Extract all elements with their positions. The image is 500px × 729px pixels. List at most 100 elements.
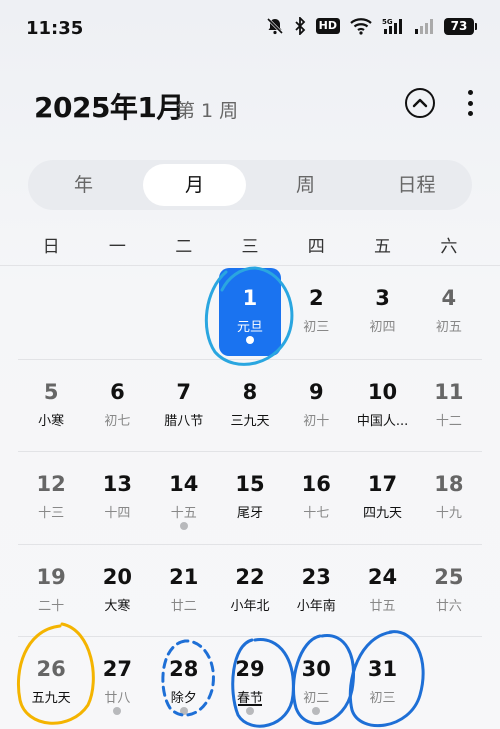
lunar-label: 大寒 (104, 598, 131, 614)
day-cell-14[interactable]: 14 十五 (151, 452, 217, 544)
day-cell-30[interactable]: 30 初二 (283, 637, 349, 729)
day-number: 17 (367, 472, 398, 497)
day-cell-31[interactable]: 31 初三 (349, 637, 415, 729)
day-number: 1 (242, 286, 258, 310)
day-cell-7[interactable]: 7 腊八节 (151, 360, 217, 452)
day-cell-27[interactable]: 27 廿八 (84, 637, 150, 729)
tab-month[interactable]: 月 (143, 164, 246, 206)
day-number: 8 (242, 379, 258, 404)
day-cell-8[interactable]: 8 三九天 (217, 360, 283, 452)
day-cell-24[interactable]: 24 廿五 (349, 545, 415, 637)
more-dot-icon (467, 90, 473, 95)
tab-schedule[interactable]: 日程 (365, 164, 468, 206)
day-number: 16 (301, 472, 331, 497)
lunar-label: 十四 (104, 506, 131, 522)
day-cell-empty (416, 637, 482, 729)
tab-week[interactable]: 周 (254, 164, 357, 206)
day-cell-9[interactable]: 9 初十 (283, 360, 349, 452)
lunar-label: 廿五 (369, 598, 396, 614)
day-cell-13[interactable]: 13 十四 (84, 452, 150, 544)
day-cell-22[interactable]: 22 小年北 (217, 545, 283, 637)
day-cell-2[interactable]: 2 初三 (283, 266, 349, 359)
event-dot-icon (179, 522, 188, 531)
day-cell-4[interactable]: 4 初五 (416, 266, 482, 359)
lunar-label: 初三 (369, 691, 396, 707)
lunar-label: 除夕 (170, 691, 197, 707)
day-number: 4 (441, 286, 457, 310)
event-dot-icon (245, 707, 254, 716)
chevron-up-icon (412, 98, 428, 108)
day-cell-5[interactable]: 5 小寒 (18, 360, 84, 452)
day-number: 9 (308, 379, 324, 404)
signal-icon (415, 19, 433, 34)
lunar-label: 初五 (435, 320, 462, 335)
more-dot-icon (467, 100, 473, 106)
lunar-label: 初七 (104, 413, 131, 429)
day-cell-1[interactable]: 1 元旦 (217, 266, 283, 359)
hd-icon: HD (315, 18, 340, 34)
day-number: 31 (367, 657, 398, 682)
weekday-label: 一 (108, 237, 126, 257)
bluetooth-icon (295, 17, 305, 35)
day-cell-empty (151, 266, 217, 359)
day-cell-15[interactable]: 15 尾牙 (217, 452, 283, 544)
day-cell-19[interactable]: 19 二十 (18, 545, 84, 637)
day-cell-3[interactable]: 3 初四 (349, 266, 415, 359)
lunar-label: 二十 (38, 598, 65, 614)
status-time: 11:35 (26, 18, 84, 39)
event-dot-icon (245, 336, 254, 344)
lunar-label: 廿二 (170, 598, 197, 614)
day-cell-20[interactable]: 20 大寒 (84, 545, 150, 637)
day-number: 12 (36, 472, 66, 497)
weekday-label: 四 (307, 237, 325, 257)
day-cell-empty (84, 266, 150, 359)
lunar-label: 初四 (369, 320, 396, 335)
event-dot-icon (312, 707, 321, 716)
day-number: 5 (43, 379, 59, 404)
lunar-label: 十三 (38, 506, 65, 522)
week-label: 第 1 周 (176, 100, 239, 122)
day-cell-6[interactable]: 6 初七 (84, 360, 150, 452)
collapse-button[interactable] (405, 88, 435, 118)
month-grid: 1 元旦 2 初三 3 初四 4 初五 5 小寒 6 初七 7 腊八节 8 三九天 9 初十 10 中国人... 11 十… (18, 266, 482, 729)
lunar-label: 中国人... (356, 413, 409, 429)
day-cell-10[interactable]: 10 中国人... (349, 360, 415, 452)
lunar-label: 尾牙 (236, 506, 263, 522)
lunar-label: 十九 (435, 506, 462, 522)
day-number: 6 (110, 379, 125, 404)
lunar-label: 三九天 (230, 413, 270, 429)
event-dot-icon (113, 707, 122, 716)
day-cell-21[interactable]: 21 廿二 (151, 545, 217, 637)
day-number: 21 (169, 564, 199, 589)
day-number: 15 (235, 472, 265, 497)
day-cell-18[interactable]: 18 十九 (416, 452, 482, 544)
more-options-button[interactable] (464, 90, 476, 116)
page-title[interactable]: 2025年1月 (34, 86, 184, 126)
day-number: 14 (169, 472, 199, 497)
day-cell-26[interactable]: 26 五九天 (18, 637, 84, 729)
day-number: 30 (301, 657, 331, 682)
week-row: 1 元旦 2 初三 3 初四 4 初五 (18, 266, 482, 359)
day-number: 11 (434, 379, 464, 404)
day-cell-16[interactable]: 16 十七 (283, 452, 349, 544)
lunar-label: 小年北 (230, 598, 270, 614)
tab-year[interactable]: 年 (32, 164, 135, 206)
mute-bell-icon (266, 17, 283, 35)
weekday-label: 二 (175, 237, 193, 257)
lunar-label: 十二 (435, 413, 462, 429)
week-row: 12 十三 13 十四 14 十五 15 尾牙 16 十七 17 四九天 18 十九 (18, 451, 482, 544)
day-number: 20 (102, 564, 133, 589)
day-cell-11[interactable]: 11 十二 (416, 360, 482, 452)
day-cell-28[interactable]: 28 除夕 (151, 637, 217, 729)
day-number: 22 (235, 564, 265, 589)
lunar-label: 十七 (303, 506, 330, 522)
day-cell-empty (18, 266, 84, 359)
day-number: 3 (375, 286, 390, 310)
day-cell-17[interactable]: 17 四九天 (349, 452, 415, 544)
weekday-label: 三 (241, 237, 259, 257)
day-cell-23[interactable]: 23 小年南 (283, 545, 349, 637)
lunar-label: 小年南 (296, 598, 336, 614)
day-cell-12[interactable]: 12 十三 (18, 452, 84, 544)
day-cell-29[interactable]: 29 春节 (217, 637, 283, 729)
day-cell-25[interactable]: 25 廿六 (416, 545, 482, 637)
